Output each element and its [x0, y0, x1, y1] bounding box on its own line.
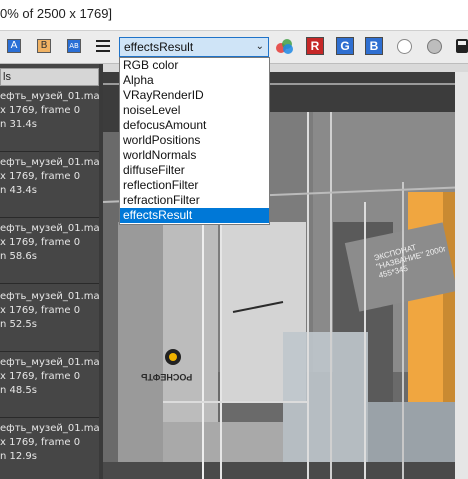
- history-item-name: ефть_музей_01.max: [0, 291, 99, 302]
- dropdown-option[interactable]: reflectionFilter: [120, 178, 269, 193]
- history-item-name: ефть_музей_01.max: [0, 157, 99, 168]
- history-item-info: x 1769, frame 0: [0, 171, 81, 182]
- render-history-panel: ls ефть_музей_01.max x 1769, frame 0 n 3…: [0, 64, 99, 479]
- history-item-time: n 12.9s: [0, 451, 37, 462]
- white-circle-icon[interactable]: [397, 39, 412, 54]
- dropdown-option[interactable]: noiseLevel: [120, 103, 269, 118]
- chevron-down-icon: ⌄: [255, 41, 264, 52]
- history-item[interactable]: ефть_музей_01.max x 1769, frame 0 n 43.4…: [0, 152, 99, 218]
- compare-a-label: A: [10, 40, 18, 51]
- compare-b-label: B: [40, 40, 48, 51]
- history-item-info: x 1769, frame 0: [0, 105, 81, 116]
- history-item[interactable]: ефть_музей_01.max x 1769, frame 0 n 58.6…: [0, 218, 99, 284]
- history-item-name: ефть_музей_01.max: [0, 423, 99, 434]
- history-item-info: x 1769, frame 0: [0, 305, 81, 316]
- channel-blue-button[interactable]: B: [365, 37, 383, 55]
- compare-ab-label: AB: [69, 42, 79, 50]
- channel-red-label: R: [310, 39, 320, 53]
- channel-red-button[interactable]: R: [306, 37, 324, 55]
- history-item-time: n 31.4s: [0, 119, 37, 130]
- history-item-name: ефть_музей_01.max: [0, 91, 99, 102]
- dropdown-option-selected[interactable]: effectsResult: [120, 208, 269, 223]
- window-title-bar: 0% of 2500 x 1769]: [0, 0, 468, 31]
- dropdown-option[interactable]: refractionFilter: [120, 193, 269, 208]
- history-item-name: ефть_музей_01.max: [0, 357, 99, 368]
- vertical-scrollbar[interactable]: [455, 72, 468, 479]
- render-element-select[interactable]: effectsResult ⌄: [119, 37, 269, 57]
- history-item-time: n 48.5s: [0, 385, 37, 396]
- color-wheel-icon[interactable]: [276, 39, 294, 55]
- compare-ab-button[interactable]: AB: [67, 39, 81, 53]
- render-element-value: effectsResult: [124, 40, 194, 54]
- history-item-name: ефть_музей_01.max: [0, 223, 99, 234]
- channel-green-label: G: [340, 39, 350, 53]
- render-element-dropdown-list: RGB color Alpha VRayRenderID noiseLevel …: [119, 57, 270, 225]
- dropdown-option[interactable]: Alpha: [120, 73, 269, 88]
- save-icon[interactable]: [456, 39, 468, 53]
- dropdown-option[interactable]: worldPositions: [120, 133, 269, 148]
- dropdown-option[interactable]: VRayRenderID: [120, 88, 269, 103]
- dropdown-option[interactable]: diffuseFilter: [120, 163, 269, 178]
- history-item[interactable]: ефть_музей_01.max x 1769, frame 0 n 52.5…: [0, 286, 99, 352]
- history-item[interactable]: ефть_музей_01.max x 1769, frame 0 n 12.9…: [0, 418, 99, 479]
- compare-b-button[interactable]: B: [37, 39, 51, 53]
- history-item-info: x 1769, frame 0: [0, 237, 81, 248]
- history-item-info: x 1769, frame 0: [0, 371, 81, 382]
- gray-circle-icon[interactable]: [427, 39, 442, 54]
- history-header: ls: [0, 68, 99, 86]
- history-item-time: n 43.4s: [0, 185, 37, 196]
- dropdown-option[interactable]: RGB color: [120, 58, 269, 73]
- dropdown-option[interactable]: worldNormals: [120, 148, 269, 163]
- compare-a-button[interactable]: A: [7, 39, 21, 53]
- history-item[interactable]: ефть_музей_01.max x 1769, frame 0 n 48.5…: [0, 352, 99, 418]
- history-item-time: n 58.6s: [0, 251, 37, 262]
- history-item[interactable]: ефть_музей_01.max x 1769, frame 0 n 31.4…: [0, 86, 99, 152]
- render-logo-text: РОСНЕФТЬ: [141, 372, 193, 382]
- channel-green-button[interactable]: G: [336, 37, 354, 55]
- channel-blue-label: B: [369, 39, 379, 53]
- window-title: 0% of 2500 x 1769]: [0, 6, 113, 21]
- dropdown-option[interactable]: defocusAmount: [120, 118, 269, 133]
- history-item-time: n 52.5s: [0, 319, 37, 330]
- history-item-info: x 1769, frame 0: [0, 437, 81, 448]
- hamburger-menu-icon[interactable]: [96, 40, 110, 52]
